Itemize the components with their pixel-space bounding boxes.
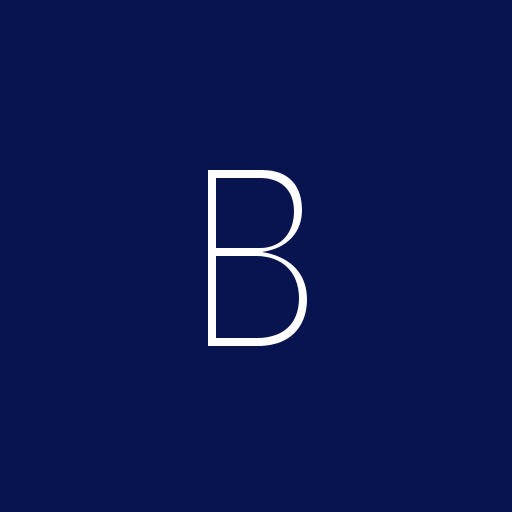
app-icon bbox=[0, 0, 512, 512]
letter-b-outline bbox=[208, 170, 307, 346]
letter-b-logo bbox=[208, 170, 307, 346]
